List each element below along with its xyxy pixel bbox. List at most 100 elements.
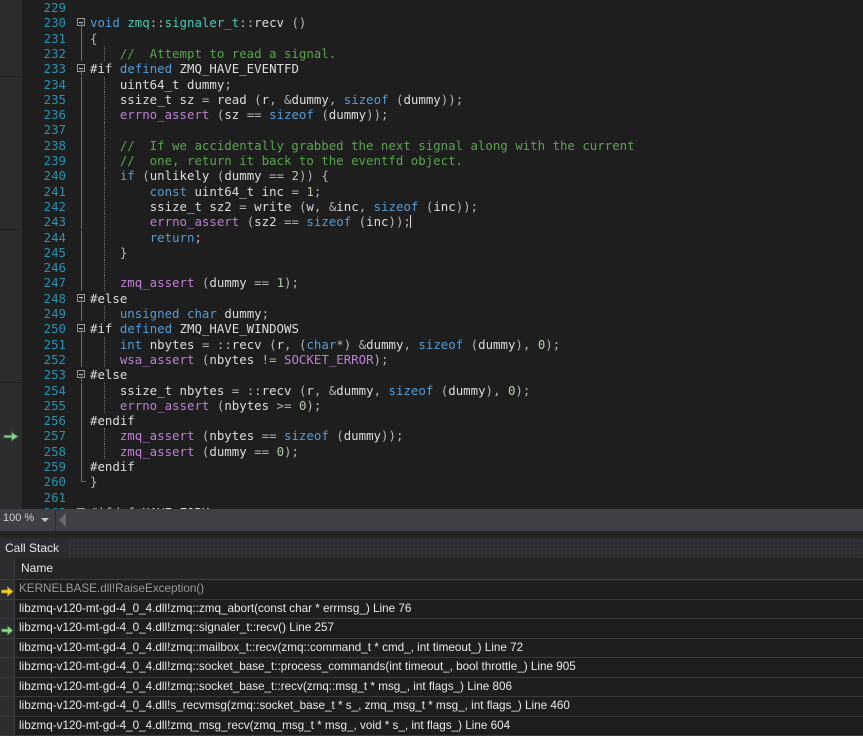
call-stack-row[interactable]: libzmq-v120-mt-gd-4_0_4.dll!s_recvmsg(zm…	[0, 697, 863, 717]
breakpoint-margin[interactable]	[0, 46, 22, 61]
breakpoint-margin[interactable]	[0, 260, 22, 275]
breakpoint-margin[interactable]	[0, 15, 22, 30]
breakpoint-margin[interactable]	[0, 153, 22, 168]
breakpoint-margin[interactable]	[0, 490, 22, 505]
fold-margin[interactable]	[76, 107, 90, 122]
call-stack-row[interactable]: libzmq-v120-mt-gd-4_0_4.dll!zmq::socket_…	[0, 658, 863, 678]
code-line[interactable]: 248#else	[0, 291, 863, 306]
code-line[interactable]: 229	[0, 0, 863, 15]
breakpoint-margin[interactable]	[0, 31, 22, 46]
code-line[interactable]: 258 zmq_assert (dummy == 0);	[0, 444, 863, 459]
drag-handle-dots[interactable]	[68, 538, 863, 558]
code-line[interactable]: 250#if defined ZMQ_HAVE_WINDOWS	[0, 321, 863, 336]
code-line[interactable]: 249 unsigned char dummy;	[0, 306, 863, 321]
code-line[interactable]: 238 // If we accidentally grabbed the ne…	[0, 138, 863, 153]
code-line[interactable]: 255 errno_assert (nbytes >= 0);	[0, 398, 863, 413]
call-stack-column-header[interactable]: Name	[0, 558, 863, 580]
breakpoint-margin[interactable]	[0, 77, 22, 92]
call-stack-row[interactable]: libzmq-v120-mt-gd-4_0_4.dll!zmq::mailbox…	[0, 639, 863, 659]
call-stack-rows[interactable]: KERNELBASE.dll!RaiseException()libzmq-v1…	[0, 580, 863, 736]
call-stack-grid[interactable]: Name KERNELBASE.dll!RaiseException()libz…	[0, 558, 863, 716]
fold-margin[interactable]	[76, 291, 90, 306]
fold-margin[interactable]	[76, 122, 90, 137]
fold-margin[interactable]	[76, 46, 90, 61]
call-stack-row[interactable]: libzmq-v120-mt-gd-4_0_4.dll!zmq_msg_recv…	[0, 717, 863, 736]
breakpoint-margin[interactable]	[0, 383, 22, 398]
fold-margin[interactable]	[76, 398, 90, 413]
fold-margin[interactable]	[76, 260, 90, 275]
code-line[interactable]: 230void zmq::signaler_t::recv ()	[0, 15, 863, 30]
code-line[interactable]: 261	[0, 490, 863, 505]
source-code-editor[interactable]: 229230void zmq::signaler_t::recv ()231{2…	[0, 0, 863, 509]
code-line[interactable]: 252 wsa_assert (nbytes != SOCKET_ERROR);	[0, 352, 863, 367]
fold-margin[interactable]	[76, 321, 90, 336]
fold-margin[interactable]	[76, 428, 90, 443]
breakpoint-margin[interactable]	[0, 0, 22, 15]
breakpoint-margin[interactable]	[0, 275, 22, 290]
breakpoint-margin[interactable]	[0, 413, 22, 428]
fold-margin[interactable]	[76, 474, 90, 489]
fold-margin[interactable]	[76, 214, 90, 229]
call-stack-header[interactable]: Call Stack	[0, 538, 863, 558]
breakpoint-margin[interactable]	[0, 321, 22, 336]
code-line[interactable]: 236 errno_assert (sz == sizeof (dummy));	[0, 107, 863, 122]
fold-margin[interactable]	[76, 444, 90, 459]
code-line[interactable]: 251 int nbytes = ::recv (r, (char*) &dum…	[0, 337, 863, 352]
call-stack-row[interactable]: KERNELBASE.dll!RaiseException()	[0, 580, 863, 600]
code-line[interactable]: 259#endif	[0, 459, 863, 474]
fold-margin[interactable]	[76, 199, 90, 214]
breakpoint-margin[interactable]	[0, 474, 22, 489]
code-line[interactable]: 237	[0, 122, 863, 137]
breakpoint-margin[interactable]	[0, 122, 22, 137]
breakpoint-margin[interactable]	[0, 168, 22, 183]
breakpoint-margin[interactable]	[0, 61, 22, 76]
breakpoint-margin[interactable]	[0, 398, 22, 413]
breakpoint-margin[interactable]	[0, 184, 22, 199]
editor-horizontal-scrollbar[interactable]: 100 %	[0, 509, 863, 531]
fold-margin[interactable]	[76, 31, 90, 46]
fold-margin[interactable]	[76, 15, 90, 30]
breakpoint-margin[interactable]	[0, 444, 22, 459]
code-line[interactable]: 246	[0, 260, 863, 275]
fold-margin[interactable]	[76, 168, 90, 183]
breakpoint-margin[interactable]	[0, 230, 22, 245]
fold-margin[interactable]	[76, 306, 90, 321]
code-line[interactable]: 235 ssize_t sz = read (r, &dummy, sizeof…	[0, 92, 863, 107]
code-line[interactable]: 254 ssize_t nbytes = ::recv (r, &dummy, …	[0, 383, 863, 398]
panel-splitter[interactable]	[0, 531, 863, 538]
fold-margin[interactable]	[76, 459, 90, 474]
fold-margin[interactable]	[76, 230, 90, 245]
code-line[interactable]: 241 const uint64_t inc = 1;	[0, 184, 863, 199]
fold-margin[interactable]	[76, 77, 90, 92]
code-line[interactable]: 232 // Attempt to read a signal.	[0, 46, 863, 61]
code-line[interactable]: 234 uint64_t dummy;	[0, 77, 863, 92]
breakpoint-margin[interactable]	[0, 92, 22, 107]
breakpoint-margin[interactable]	[0, 214, 22, 229]
fold-margin[interactable]	[76, 275, 90, 290]
breakpoint-margin[interactable]	[0, 199, 22, 214]
breakpoint-margin[interactable]	[0, 291, 22, 306]
code-line[interactable]: 242 ssize_t sz2 = write (w, &inc, sizeof…	[0, 199, 863, 214]
breakpoint-margin[interactable]	[0, 367, 22, 382]
code-line[interactable]: 245 }	[0, 245, 863, 260]
call-stack-row[interactable]: libzmq-v120-mt-gd-4_0_4.dll!zmq::zmq_abo…	[0, 600, 863, 620]
fold-margin[interactable]	[76, 92, 90, 107]
code-line[interactable]: 239 // one, return it back to the eventf…	[0, 153, 863, 168]
code-line[interactable]: 240 if (unlikely (dummy == 2)) {	[0, 168, 863, 183]
code-line[interactable]: 257 zmq_assert (nbytes == sizeof (dummy)…	[0, 428, 863, 443]
breakpoint-margin[interactable]	[0, 337, 22, 352]
fold-margin[interactable]	[76, 245, 90, 260]
breakpoint-margin[interactable]	[0, 352, 22, 367]
fold-margin[interactable]	[76, 184, 90, 199]
code-line[interactable]: 244 return;	[0, 230, 863, 245]
fold-margin[interactable]	[76, 153, 90, 168]
triangle-left-icon[interactable]	[59, 513, 66, 527]
code-line[interactable]: 256#endif	[0, 413, 863, 428]
chevron-down-icon[interactable]	[41, 518, 49, 522]
fold-margin[interactable]	[76, 490, 90, 505]
fold-margin[interactable]	[76, 61, 90, 76]
code-line[interactable]: 231{	[0, 31, 863, 46]
fold-margin[interactable]	[76, 337, 90, 352]
code-line[interactable]: 243 errno_assert (sz2 == sizeof (inc));	[0, 214, 863, 229]
code-line[interactable]: 260}	[0, 474, 863, 489]
